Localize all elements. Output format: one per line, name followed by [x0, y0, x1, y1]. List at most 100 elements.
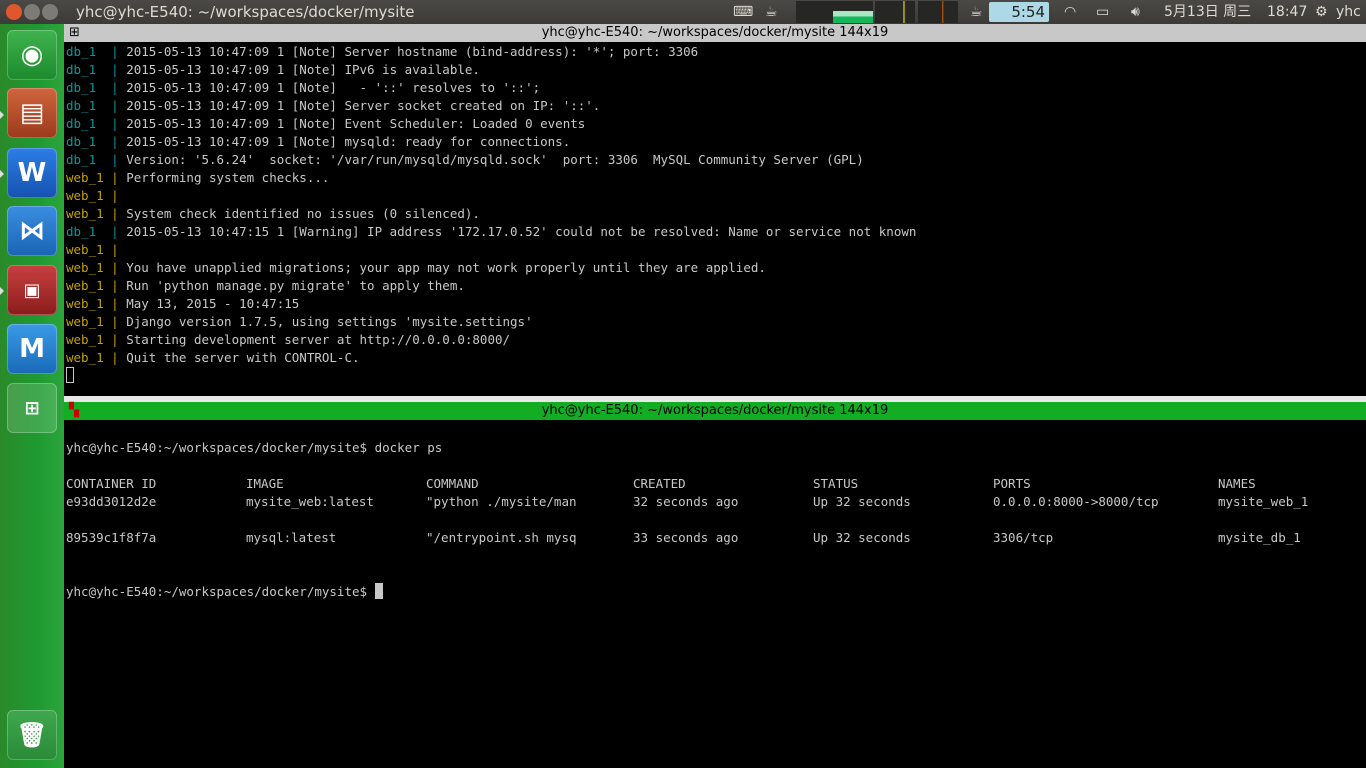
cell: "/entrypoint.sh mysq: [426, 530, 577, 545]
cell: STATUS: [813, 476, 859, 491]
log-text: 2015-05-13 10:47:09 1 [Note] mysqld: rea…: [126, 134, 571, 149]
service-prefix: web_1: [66, 170, 112, 185]
service-prefix: web_1: [66, 260, 112, 275]
cursor: [66, 367, 74, 383]
maxthon-icon[interactable]: M: [7, 324, 57, 374]
service-prefix: db_1: [66, 80, 112, 95]
log-text: Version: '5.6.24' socket: '/var/run/mysq…: [126, 152, 864, 167]
wps-writer-icon[interactable]: W: [7, 148, 57, 198]
cell: IMAGE: [246, 476, 284, 491]
cell: Up 32 seconds: [813, 494, 911, 509]
log-line: db_1 | 2015-05-13 10:47:09 1 [Note] - ':…: [66, 80, 541, 95]
timer-display[interactable]: 5:54: [989, 2, 1049, 22]
service-prefix: web_1: [66, 350, 112, 365]
command-line[interactable]: yhc@yhc-E540:~/workspaces/docker/mysite$: [66, 583, 1366, 601]
log-line: web_1 | You have unapplied migrations; y…: [66, 260, 766, 275]
log-text: 2015-05-13 10:47:09 1 [Note] Event Sched…: [126, 116, 586, 131]
log-line: web_1 | Starting development server at h…: [66, 332, 511, 347]
caffeine-icon[interactable]: ☕: [970, 2, 983, 22]
log-line: web_1 | Performing system checks...: [66, 170, 330, 185]
window-title: yhc@yhc-E540: ~/workspaces/docker/mysite: [76, 3, 415, 21]
launcher: ◉ ▤ W ⋈ ▣ M ⊞ 🗑︎: [0, 24, 64, 768]
cell: Up 32 seconds: [813, 530, 911, 545]
wifi-icon[interactable]: ◠: [1064, 2, 1076, 22]
ubuntu-dash-icon[interactable]: ◉: [7, 30, 57, 80]
cup-icon[interactable]: ☕: [765, 2, 778, 22]
cell: mysql:latest: [246, 530, 337, 545]
log-text: Starting development server at http://0.…: [126, 332, 511, 347]
log-text: 2015-05-13 10:47:09 1 [Note] IPv6 is ava…: [126, 62, 480, 77]
log-line: db_1 | 2015-05-13 10:47:09 1 [Note] mysq…: [66, 134, 571, 149]
log-text: You have unapplied migrations; your app …: [126, 260, 766, 275]
visual-studio-code-icon[interactable]: ⋈: [7, 206, 57, 256]
cell: 3306/tcp: [993, 530, 1054, 545]
service-prefix: db_1: [66, 134, 112, 149]
log-text: 2015-05-13 10:47:15 1 [Warning] IP addre…: [126, 224, 917, 239]
table-header: CONTAINER ID IMAGE COMMAND CREATED STATUS POR…: [66, 475, 1366, 493]
bottom-terminal-output[interactable]: yhc@yhc-E540:~/workspaces/docker/mysite$…: [64, 421, 1366, 768]
log-line: web_1 | Django version 1.7.5, using sett…: [66, 314, 533, 329]
bottom-pane-title: yhc@yhc-E540: ~/workspaces/docker/mysite…: [541, 403, 889, 418]
terminal-icon[interactable]: ▣: [7, 265, 57, 315]
top-pane-title: yhc@yhc-E540: ~/workspaces/docker/mysite…: [541, 25, 889, 40]
docker-ps-table: CONTAINER ID IMAGE COMMAND CREATED STATUS POR…: [66, 475, 1366, 565]
keyboard-icon[interactable]: ⌨: [733, 2, 753, 22]
cell: CONTAINER ID: [66, 476, 157, 491]
log-text: 2015-05-13 10:47:09 1 [Note] Server host…: [126, 44, 699, 59]
cell: mysite_web:latest: [246, 494, 374, 509]
workspace-switcher-icon[interactable]: ⊞: [7, 383, 57, 433]
clock[interactable]: 18:47: [1267, 2, 1307, 22]
log-line: db_1 | 2015-05-13 10:47:09 1 [Note] Serv…: [66, 44, 699, 59]
log-line: web_1 | Quit the server with CONTROL-C.: [66, 350, 360, 365]
user-name[interactable]: yhc: [1336, 2, 1361, 22]
gear-icon[interactable]: ⚙: [1315, 2, 1328, 22]
volume-icon[interactable]: 🔊︎: [1131, 2, 1140, 22]
log-line: web_1 | System check identified no issue…: [66, 206, 480, 221]
cursor: [374, 583, 383, 599]
files-icon[interactable]: ▤: [7, 88, 57, 138]
log-text: May 13, 2015 - 10:47:15: [126, 296, 300, 311]
top-terminal-output[interactable]: db_1 | 2015-05-13 10:47:09 1 [Note] Serv…: [64, 43, 1366, 395]
cell: PORTS: [993, 476, 1031, 491]
terminal-menu-icon[interactable]: ⊞: [69, 24, 80, 42]
service-prefix: web_1: [66, 296, 112, 311]
log-line: db_1 | 2015-05-13 10:47:09 1 [Note] Even…: [66, 116, 586, 131]
top-pane-titlebar[interactable]: ⊞ yhc@yhc-E540: ~/workspaces/docker/mysi…: [64, 24, 1366, 42]
cell: "python ./mysite/man: [426, 494, 577, 509]
cell: mysite_web_1: [1218, 494, 1309, 509]
log-text: Performing system checks...: [126, 170, 330, 185]
service-prefix: web_1: [66, 278, 112, 293]
log-line: web_1 |: [66, 242, 127, 257]
log-text: 2015-05-13 10:47:09 1 [Note] Server sock…: [126, 98, 601, 113]
battery-icon[interactable]: ▭: [1096, 2, 1109, 22]
cell: e93dd3012d2e: [66, 494, 157, 509]
cell: 0.0.0.0:8000->8000/tcp: [993, 494, 1159, 509]
service-prefix: db_1: [66, 224, 112, 239]
date-label[interactable]: 5月13日 周三: [1164, 2, 1251, 22]
log-line: web_1 | Run 'python manage.py migrate' t…: [66, 278, 465, 293]
prompt: yhc@yhc-E540:~/workspaces/docker/mysite$: [66, 584, 375, 599]
cell: 33 seconds ago: [633, 530, 739, 545]
minimize-button[interactable]: [24, 4, 40, 20]
log-line: db_1 | 2015-05-13 10:47:09 1 [Note] Serv…: [66, 98, 601, 113]
terminal-menu-icon[interactable]: ▚: [69, 402, 79, 420]
close-button[interactable]: [6, 4, 22, 20]
log-text: 2015-05-13 10:47:09 1 [Note] - '::' reso…: [126, 80, 541, 95]
cell: 89539c1f8f7a: [66, 530, 157, 545]
service-prefix: web_1: [66, 314, 112, 329]
log-text: Run 'python manage.py migrate' to apply …: [126, 278, 465, 293]
maximize-button[interactable]: [42, 4, 58, 20]
log-text: Django version 1.7.5, using settings 'my…: [126, 314, 533, 329]
log-line: db_1 | Version: '5.6.24' socket: '/var/r…: [66, 152, 864, 167]
service-prefix: db_1: [66, 116, 112, 131]
service-prefix: web_1: [66, 206, 112, 221]
log-line: web_1 | May 13, 2015 - 10:47:15: [66, 296, 300, 311]
bottom-pane-titlebar[interactable]: ▚ yhc@yhc-E540: ~/workspaces/docker/mysi…: [64, 402, 1366, 420]
cell: mysite_db_1: [1218, 530, 1301, 545]
log-line: db_1 | 2015-05-13 10:47:09 1 [Note] IPv6…: [66, 62, 480, 77]
service-prefix: db_1: [66, 98, 112, 113]
log-line: db_1 | 2015-05-13 10:47:15 1 [Warning] I…: [66, 224, 917, 239]
log-text: System check identified no issues (0 sil…: [126, 206, 480, 221]
trash-icon[interactable]: 🗑︎: [7, 710, 57, 760]
service-prefix: db_1: [66, 152, 112, 167]
